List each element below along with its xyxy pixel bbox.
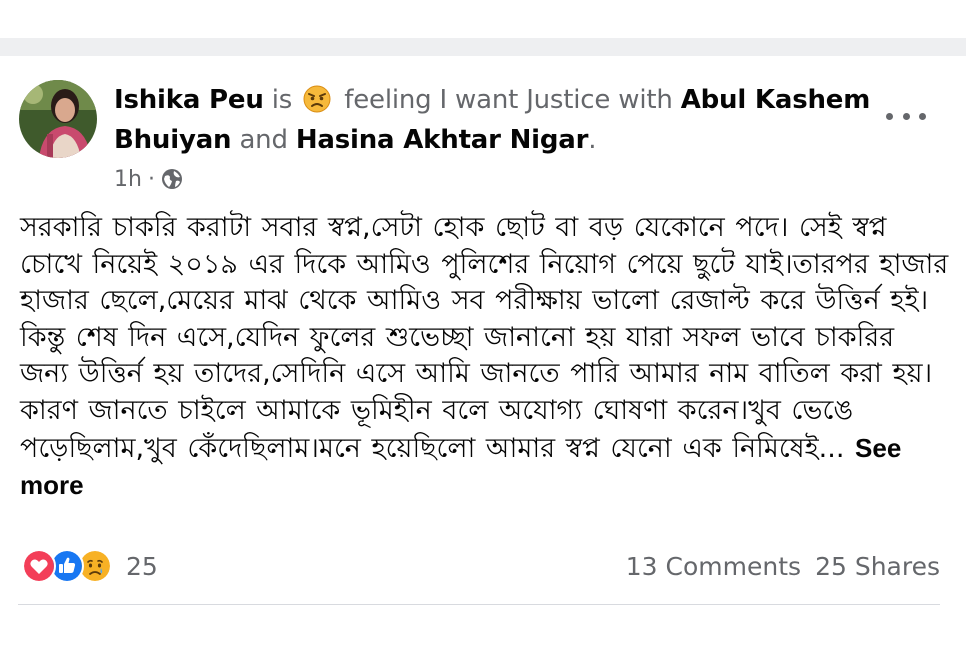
meta-separator: · <box>147 166 155 192</box>
love-icon <box>22 549 56 583</box>
comments-count-link[interactable]: 13 Comments <box>626 552 801 581</box>
angry-face-emoji-icon <box>303 85 331 112</box>
top-divider-strip <box>0 38 966 56</box>
tagged-user-2[interactable]: Hasina Akhtar Nigar <box>296 125 589 155</box>
post-body-text: সরকারি চাকরি করাটা সবার স্বপ্ন,সেটা হোক … <box>20 212 949 464</box>
more-options-icon[interactable] <box>886 103 926 129</box>
reactions-summary[interactable]: 25 <box>22 549 158 583</box>
author-name[interactable]: Ishika Peu <box>114 85 264 115</box>
reaction-count[interactable]: 25 <box>126 552 158 581</box>
post-header: Ishika Peu is feeling I want Justice wit… <box>114 80 874 160</box>
post-time[interactable]: 1h <box>114 167 142 192</box>
post-stats: 13 Comments 25 Shares <box>626 549 940 583</box>
period: . <box>588 125 597 155</box>
dot-icon <box>919 112 926 120</box>
footer-divider <box>18 604 940 605</box>
post-body: সরকারি চাকরি করাটা সবার স্বপ্ন,সেটা হোক … <box>20 210 950 505</box>
and-text: and <box>239 125 288 155</box>
feeling-text[interactable]: feeling I want Justice with <box>344 85 673 115</box>
dot-icon <box>902 112 910 120</box>
author-avatar[interactable] <box>19 80 97 158</box>
dot-icon <box>886 112 893 120</box>
post-meta: 1h · <box>114 164 183 194</box>
shares-count-link[interactable]: 25 Shares <box>815 552 940 581</box>
is-text: is <box>271 85 293 115</box>
globe-icon[interactable] <box>161 168 183 190</box>
